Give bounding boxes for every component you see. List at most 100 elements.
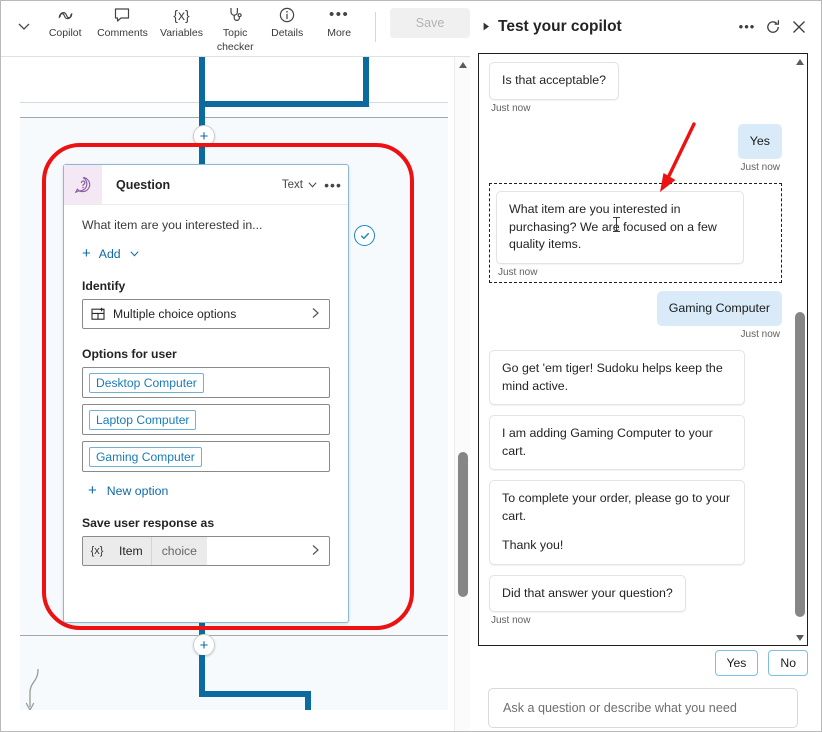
chat-bubble: Go get 'em tiger! Sudoku helps keep the … (489, 350, 745, 405)
test-panel-title: Test your copilot (498, 17, 622, 35)
command-more-label: More (327, 27, 352, 39)
chat-bubble: Yes (737, 123, 782, 159)
identify-selector[interactable]: Multiple choice options (82, 299, 330, 329)
ellipsis-icon: ••• (329, 6, 350, 23)
chevron-right-icon (310, 307, 321, 322)
connector-incoming-vertical (199, 57, 205, 101)
add-node-below-button[interactable]: + (193, 634, 215, 656)
options-for-user-label: Options for user (82, 347, 177, 361)
question-type-label: Text (281, 178, 303, 191)
command-bar: Copilot Comments {x} Variables Topic che… (0, 0, 470, 57)
question-node[interactable]: Question Text ••• What item are you inte… (63, 164, 349, 623)
text-cursor (613, 217, 620, 232)
chat-input[interactable] (501, 700, 785, 716)
chevron-down-icon (130, 251, 139, 257)
chat-scrollbar[interactable] (792, 54, 807, 645)
variable-kind: choice (150, 537, 207, 565)
add-label: Add (98, 246, 121, 261)
close-icon (793, 20, 805, 33)
command-variables[interactable]: {x} Variables (154, 0, 209, 56)
question-type-dropdown[interactable]: Text (282, 179, 318, 191)
question-node-body: What item are you interested in... + Add… (64, 205, 348, 566)
test-panel-refresh-button[interactable] (760, 14, 786, 40)
chat-bubble: I am adding Gaming Computer to your cart… (489, 415, 745, 470)
variable-name: Item (111, 537, 151, 565)
option-chip[interactable]: Gaming Computer (89, 446, 202, 467)
chat-bubble: Did that answer your question? (489, 574, 686, 612)
command-topic-checker-label-2: checker (216, 40, 254, 53)
chat-timestamp: Just now (498, 266, 538, 278)
highlighted-message-group: What item are you interested in purchasi… (489, 183, 782, 283)
caret-up-icon[interactable] (792, 54, 807, 69)
command-copilot-label: Copilot (48, 27, 82, 39)
copilot-icon (56, 4, 75, 26)
question-node-overflow-button[interactable]: ••• (318, 177, 348, 193)
torn-edge-bottom (0, 710, 470, 732)
command-copilot[interactable]: Copilot (39, 0, 91, 56)
chat-message-bot: To complete your order, please go to you… (489, 480, 782, 565)
command-more[interactable]: ••• More (313, 0, 365, 56)
save-button[interactable]: Save (390, 8, 470, 38)
info-icon (278, 4, 296, 26)
identify-value: Multiple choice options (113, 307, 237, 321)
ellipsis-icon: ••• (738, 19, 756, 34)
test-panel-header: Test your copilot ••• (470, 0, 822, 53)
option-row[interactable]: Laptop Computer (82, 404, 330, 435)
question-node-header: Question Text ••• (64, 165, 348, 205)
chevron-right-icon (310, 544, 329, 559)
app-root: Copilot Comments {x} Variables Topic che… (0, 0, 822, 732)
command-topic-checker[interactable]: Topic checker (209, 0, 261, 56)
command-separator (375, 12, 377, 42)
connector-incoming-branch (363, 57, 369, 105)
topic-checker-icon (226, 4, 244, 26)
new-option-label: New option (106, 483, 169, 498)
caret-down-icon[interactable] (792, 630, 807, 645)
chat-message-list: Is that acceptable? Just now Yes Just no… (479, 54, 792, 645)
variable-token-icon: {x} (83, 537, 111, 565)
command-details-label: Details (271, 27, 304, 39)
canvas-scrollbar[interactable] (454, 57, 470, 732)
option-chip[interactable]: Desktop Computer (89, 372, 204, 393)
chat-message-bot: Did that answer your question? (489, 574, 782, 612)
quick-reply-no[interactable]: No (768, 650, 808, 676)
caret-up-icon[interactable] (455, 57, 470, 73)
question-node-title: Question (116, 177, 171, 192)
add-message-variation-button[interactable]: + Add (82, 246, 330, 261)
caret-right-icon[interactable] (478, 22, 494, 31)
option-row[interactable]: Desktop Computer (82, 367, 330, 398)
chat-timestamp: Just now (740, 329, 780, 340)
collapse-chevron-icon[interactable] (8, 0, 39, 52)
question-prompt-text[interactable]: What item are you interested in... (82, 217, 330, 233)
chat-bubble: Is that acceptable? (489, 62, 620, 100)
authoring-canvas-pane: Copilot Comments {x} Variables Topic che… (0, 0, 470, 732)
test-panel-close-button[interactable] (786, 14, 812, 40)
variables-icon: {x} (173, 7, 190, 23)
chat-timestamp: Just now (491, 615, 531, 626)
red-pointer-arrow-annotation (660, 122, 696, 192)
chat-composer[interactable] (488, 688, 798, 728)
check-circle-icon (354, 225, 375, 246)
option-chip[interactable]: Laptop Computer (89, 409, 197, 430)
response-variable-selector[interactable]: {x} Item choice (82, 536, 330, 566)
chat-timestamp: Just now (491, 102, 531, 114)
chat-message-bot: I am adding Gaming Computer to your cart… (489, 415, 782, 470)
new-option-button[interactable]: + New option (82, 483, 330, 498)
command-details[interactable]: Details (261, 0, 313, 56)
chat-message-bot: What item are you interested in purchasi… (496, 191, 775, 264)
add-node-above-button[interactable]: + (193, 125, 215, 147)
identify-label: Identify (82, 279, 126, 293)
canvas-scrollbar-thumb[interactable] (458, 452, 468, 597)
chat-bubble: What item are you interested in purchasi… (496, 191, 744, 264)
option-row[interactable]: Gaming Computer (82, 441, 330, 472)
connector-to-condition-horizontal (199, 691, 311, 697)
chat-transcript[interactable]: Is that acceptable? Just now Yes Just no… (478, 53, 808, 646)
quick-reply-yes[interactable]: Yes (714, 650, 759, 676)
command-comments[interactable]: Comments (91, 0, 154, 56)
chat-timestamp: Just now (740, 162, 780, 173)
save-response-label: Save user response as (82, 516, 215, 530)
chat-scrollbar-thumb[interactable] (795, 312, 805, 617)
chevron-down-icon (308, 182, 317, 188)
question-node-icon (64, 165, 102, 204)
test-panel-more-button[interactable]: ••• (734, 14, 760, 40)
topic-canvas[interactable]: + + Question Text ••• What item are you … (0, 57, 470, 732)
